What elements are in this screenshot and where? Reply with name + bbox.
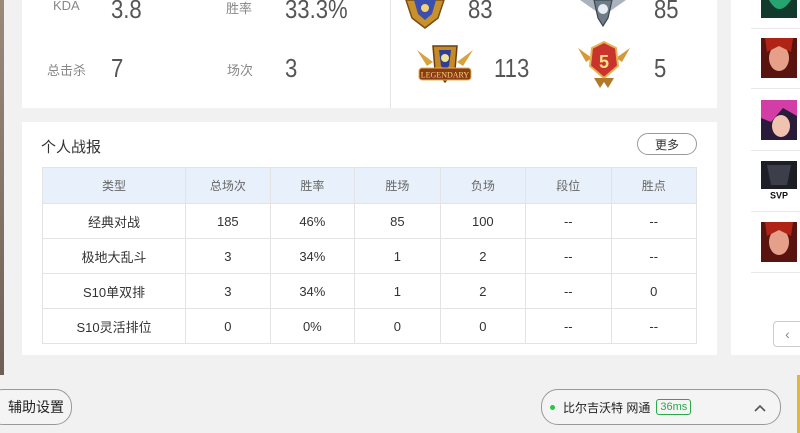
table-cell: 1 xyxy=(354,238,441,274)
winrate-label: 胜率 xyxy=(226,1,253,16)
table-cell: -- xyxy=(525,238,612,274)
server-name: 比尔吉沃特 网通 xyxy=(563,400,651,415)
svp-label: SVP xyxy=(770,191,788,201)
divider xyxy=(751,211,800,212)
winrate-value: 33.3% xyxy=(285,0,348,24)
column-header: 胜点 xyxy=(610,167,698,204)
assist-settings-button[interactable]: 辅助设置 xyxy=(0,389,72,425)
table-cell: 46% xyxy=(269,203,356,239)
table-cell: -- xyxy=(610,203,698,239)
games-value: 3 xyxy=(285,53,298,83)
divider xyxy=(751,272,800,273)
table-cell: -- xyxy=(525,308,612,344)
table-cell: 185 xyxy=(185,203,271,239)
war-report-title: 个人战报 xyxy=(41,139,102,156)
legendary-icon: LEGENDARY xyxy=(417,45,473,84)
table-cell: 85 xyxy=(354,203,441,239)
column-header: 负场 xyxy=(439,167,527,204)
recent-champions-panel: SVP xyxy=(731,0,800,355)
table-cell: 2 xyxy=(439,273,527,309)
medal-number: 5 xyxy=(599,52,609,72)
svp-champion-icon[interactable]: SVP xyxy=(761,161,797,201)
pink-champion-icon[interactable] xyxy=(761,100,797,140)
red-champion-icon[interactable] xyxy=(761,222,797,262)
column-header: 胜场 xyxy=(354,167,441,204)
table-cell: 0 xyxy=(354,308,441,344)
kda-label: KDA xyxy=(53,0,80,13)
table-row: S10灵活排位 0 0% 0 0 -- -- xyxy=(41,308,698,344)
table-cell: S10灵活排位 xyxy=(41,308,187,344)
kills-label: 总击杀 xyxy=(47,63,87,78)
kda-value: 3.8 xyxy=(111,0,142,24)
table-cell: S10单双排 xyxy=(41,273,187,309)
column-header: 胜率 xyxy=(269,167,356,204)
badge-count: 83 xyxy=(468,0,493,24)
table-cell: 3 xyxy=(185,238,271,274)
server-status-bar[interactable]: 比尔吉沃特 网通 36ms xyxy=(541,389,781,425)
games-label: 场次 xyxy=(227,63,254,78)
column-header: 段位 xyxy=(525,167,612,204)
prev-arrow-button[interactable]: ‹ xyxy=(773,321,800,347)
divider xyxy=(751,28,800,29)
stats-card: KDA 3.8 胜率 33.3% 总击杀 7 场次 3 83 85 LEGEND… xyxy=(22,0,717,108)
legendary-text: LEGENDARY xyxy=(421,71,470,80)
table-cell: -- xyxy=(525,203,612,239)
table-row: 经典对战 185 46% 85 100 -- -- xyxy=(41,203,698,239)
table-cell: 0 xyxy=(610,273,698,309)
divider xyxy=(390,0,391,108)
table-cell: 34% xyxy=(269,273,356,309)
war-report-table: 类型 总场次 胜率 胜场 负场 段位 胜点 经典对战 185 46% 85 10… xyxy=(41,167,698,344)
table-cell: 0 xyxy=(439,308,527,344)
table-cell: 3 xyxy=(185,273,271,309)
table-cell: 极地大乱斗 xyxy=(41,238,187,274)
kills-value: 7 xyxy=(111,53,124,83)
more-button[interactable]: 更多 xyxy=(637,133,697,155)
assist-settings-label: 辅助设置 xyxy=(8,399,64,415)
background-strip xyxy=(0,0,4,375)
table-cell: -- xyxy=(610,238,698,274)
red-champion-icon[interactable] xyxy=(761,38,797,78)
war-report-card: 个人战报 更多 类型 总场次 胜率 胜场 负场 段位 胜点 经典对战 185 4… xyxy=(22,122,717,355)
table-row: S10单双排 3 34% 1 2 -- 0 xyxy=(41,273,698,309)
table-cell: 34% xyxy=(269,238,356,274)
badge-count: 113 xyxy=(494,53,530,83)
online-status-icon xyxy=(550,404,555,410)
table-cell: 0% xyxy=(269,308,356,344)
silver-rank-icon xyxy=(580,0,626,28)
column-header: 类型 xyxy=(41,167,187,204)
table-cell: 2 xyxy=(439,238,527,274)
green-champion-icon[interactable] xyxy=(761,0,797,18)
table-cell: -- xyxy=(525,273,612,309)
column-header: 总场次 xyxy=(185,167,271,204)
table-cell: 100 xyxy=(439,203,527,239)
divider xyxy=(751,150,800,151)
table-cell: 经典对战 xyxy=(41,203,187,239)
divider xyxy=(751,88,800,89)
ping-badge: 36ms xyxy=(656,399,692,415)
table-cell: 1 xyxy=(354,273,441,309)
level5-medal-icon: 5 xyxy=(578,40,630,88)
badge-count: 5 xyxy=(654,53,667,83)
badge-count: 85 xyxy=(654,0,679,24)
table-cell: 0 xyxy=(185,308,271,344)
table-cell: -- xyxy=(610,308,698,344)
chevron-up-icon[interactable] xyxy=(754,399,766,415)
gold-rank-icon xyxy=(405,0,445,29)
table-row: 极地大乱斗 3 34% 1 2 -- -- xyxy=(41,238,698,274)
table-header-row: 类型 总场次 胜率 胜场 负场 段位 胜点 xyxy=(41,167,698,204)
